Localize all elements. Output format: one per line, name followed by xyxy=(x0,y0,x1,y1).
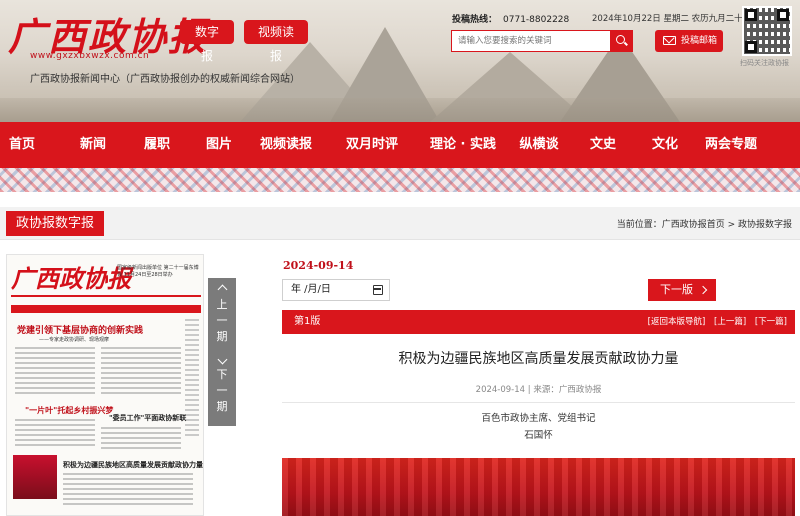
search-icon xyxy=(616,35,625,44)
nav-item-history[interactable]: 文史 xyxy=(576,122,630,168)
hotline: 投稿热线： 0771-8802228 xyxy=(452,12,569,25)
chevron-right-icon xyxy=(698,285,708,295)
back-to-edition-link[interactable]: [返回本版导航] xyxy=(648,317,706,327)
article-meta: 2024-09-14 | 来源：广西政协报 xyxy=(475,385,602,395)
hotline-label: 投稿热线： xyxy=(452,15,498,25)
search-button[interactable] xyxy=(610,31,632,51)
next-issue-button[interactable]: 下 一 期 xyxy=(208,350,236,426)
edition-bar: 第1版 [返回本版导航] [上一篇] [下一篇] xyxy=(282,310,795,334)
previous-article-link[interactable]: [上一篇] xyxy=(714,317,746,327)
date-picker-input[interactable]: 年 /月/日 xyxy=(282,279,390,301)
nav-item-commentary[interactable]: 双月时评 xyxy=(336,122,408,168)
submission-mail-button[interactable]: 投稿邮箱 xyxy=(655,30,723,52)
breadcrumb: 当前位置：广西政协报首页 > 政协报数字报 xyxy=(616,220,792,230)
paper-subhead: ——专家走政协调研、现场观摩 xyxy=(39,337,110,343)
nav-item-video[interactable]: 视频读报 xyxy=(250,122,322,168)
mail-label: 投稿邮箱 xyxy=(681,36,718,46)
paper-masthead: 广西政协报 xyxy=(11,264,131,293)
current-date: 2024年10月22日 星期二 农历九月二十 xyxy=(592,14,743,24)
next-edition-button[interactable]: 下一版 xyxy=(648,279,716,301)
hotline-number: 0771-8802228 xyxy=(503,15,570,25)
article-image xyxy=(282,458,795,516)
paper-headline[interactable]: 积极为边疆民族地区高质量发展贡献政协力量 xyxy=(63,460,203,470)
nav-item-culture[interactable]: 文化 xyxy=(638,122,692,168)
chevron-up-icon xyxy=(217,284,227,295)
ethnic-pattern-strip xyxy=(0,168,800,192)
calendar-icon[interactable] xyxy=(373,285,383,295)
site-slogan: 广西政协报新闻中心（广西政协报创办的权威新闻综合网站） xyxy=(30,74,300,85)
nav-item-theory[interactable]: 理论 · 实践 xyxy=(422,122,504,168)
paper-top-note: 国家级新闻出版单位 第二十一届东博会 11月24日至28日举办 xyxy=(117,265,199,278)
search-box xyxy=(451,30,633,52)
nav-item-photos[interactable]: 图片 xyxy=(192,122,246,168)
digital-paper-button[interactable]: 数字报 xyxy=(180,20,234,63)
paper-headline[interactable]: "委员工作"平面政协新联 xyxy=(109,413,186,423)
section-title: 政协报数字报 xyxy=(6,211,105,236)
divider xyxy=(282,402,795,403)
paper-headline[interactable]: 党建引领下基层协商的创新实践 xyxy=(17,323,143,336)
main-nav: 首页 新闻 履职 图片 视频读报 双月时评 理论 · 实践 纵横谈 文史 文化 … xyxy=(0,122,800,168)
nav-item-duty[interactable]: 履职 xyxy=(130,122,184,168)
previous-issue-button[interactable]: 上 一 期 xyxy=(208,278,236,354)
edition-name: 第1版 xyxy=(294,316,321,327)
article-title: 积极为边疆民族地区高质量发展贡献政协力量 xyxy=(398,351,679,367)
next-article-link[interactable]: [下一篇] xyxy=(755,317,787,327)
site-url: www.gxzxbxwzx.com.cn xyxy=(30,51,150,61)
nav-item-news[interactable]: 新闻 xyxy=(66,122,120,168)
site-header: 广西政协报 www.gxzxbxwzx.com.cn 广西政协报新闻中心（广西政… xyxy=(0,0,800,122)
paper-photo xyxy=(13,455,57,499)
mail-icon xyxy=(663,36,676,45)
chevron-down-icon xyxy=(217,354,227,365)
edition-links: [返回本版导航] [上一篇] [下一篇] xyxy=(642,310,787,334)
river-decoration xyxy=(0,98,800,122)
paper-headline[interactable]: "一片叶"托起乡村振兴梦 xyxy=(25,405,113,416)
section-bar: 政协报数字报 当前位置：广西政协报首页 > 政协报数字报 xyxy=(0,207,800,240)
search-input[interactable] xyxy=(452,31,610,51)
edition-date: 2024-09-14 xyxy=(283,259,354,272)
qr-caption: 扫码关注政协报 xyxy=(740,59,789,67)
qr-code xyxy=(742,6,792,56)
nav-item-two-sessions[interactable]: 两会专题 xyxy=(700,122,762,168)
article-author-title: 百色市政协主席、党组书记 xyxy=(481,413,596,424)
video-read-button[interactable]: 视频读报 xyxy=(244,20,308,63)
nav-item-home[interactable]: 首页 xyxy=(4,122,40,168)
page: 广西政协报 www.gxzxbxwzx.com.cn 广西政协报新闻中心（广西政… xyxy=(0,0,800,516)
newspaper-page-thumbnail[interactable]: 广西政协报 国家级新闻出版单位 第二十一届东博会 11月24日至28日举办 党建… xyxy=(6,254,204,516)
nav-item-perspectives[interactable]: 纵横谈 xyxy=(512,122,566,168)
article-author-name: 石国怀 xyxy=(524,430,553,441)
